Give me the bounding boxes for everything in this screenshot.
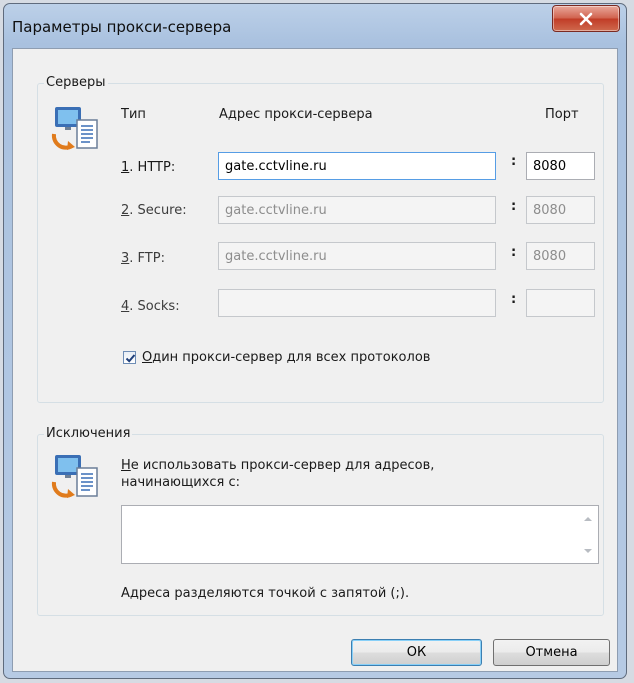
exceptions-description-line1: Не использовать прокси-сервер для адресо… [121, 458, 435, 473]
checkmark-icon [125, 354, 136, 363]
row-socks-label: 4. Socks: [121, 299, 180, 314]
row-secure-label: 2. Secure: [121, 203, 187, 218]
same-proxy-label[interactable]: Один прокси-сервер для всех протоколов [142, 350, 430, 366]
ftp-port-separator: : [511, 245, 517, 260]
same-proxy-checkbox[interactable] [123, 351, 136, 364]
exceptions-description-line2: начинающихся с: [121, 475, 241, 490]
proxy-settings-dialog: Параметры прокси-сервера Серверы Тип Адр… [3, 3, 627, 679]
http-port-input[interactable] [526, 152, 595, 180]
ftp-port-input[interactable] [526, 242, 595, 270]
window-title: Параметры прокси-сервера [12, 18, 232, 36]
close-icon [579, 12, 593, 26]
secure-port-separator: : [511, 199, 517, 214]
row-ftp-label: 3. FTP: [121, 251, 165, 266]
ftp-address-input[interactable] [218, 242, 496, 270]
dialog-client-area: Серверы Тип Адрес прокси-сервера Порт 1.… [12, 48, 618, 672]
cancel-button[interactable]: Отмена [493, 639, 610, 666]
title-bar[interactable]: Параметры прокси-сервера [4, 4, 626, 48]
column-type-header: Тип [121, 107, 146, 122]
http-address-input[interactable] [218, 152, 496, 180]
socks-port-separator: : [511, 292, 517, 307]
secure-port-input[interactable] [526, 196, 595, 224]
scroll-down-arrow-icon[interactable] [584, 548, 592, 554]
ok-button[interactable]: ОК [351, 639, 482, 666]
proxy-servers-icon [51, 107, 98, 150]
close-button[interactable] [552, 5, 620, 32]
http-port-separator: : [511, 154, 517, 169]
socks-port-input[interactable] [526, 289, 595, 317]
row-http-label: 1. HTTP: [121, 160, 176, 175]
socks-address-input[interactable] [218, 289, 496, 317]
servers-group-title: Серверы [44, 75, 108, 91]
column-port-header: Порт [545, 107, 579, 122]
exceptions-hint: Адреса разделяются точкой с запятой (;). [121, 586, 410, 601]
exceptions-textarea[interactable] [121, 505, 599, 564]
secure-address-input[interactable] [218, 196, 496, 224]
proxy-exceptions-icon [51, 455, 98, 498]
exceptions-group-title: Исключения [44, 426, 133, 442]
column-address-header: Адрес прокси-сервера [219, 107, 373, 122]
scroll-up-arrow-icon[interactable] [584, 516, 592, 522]
